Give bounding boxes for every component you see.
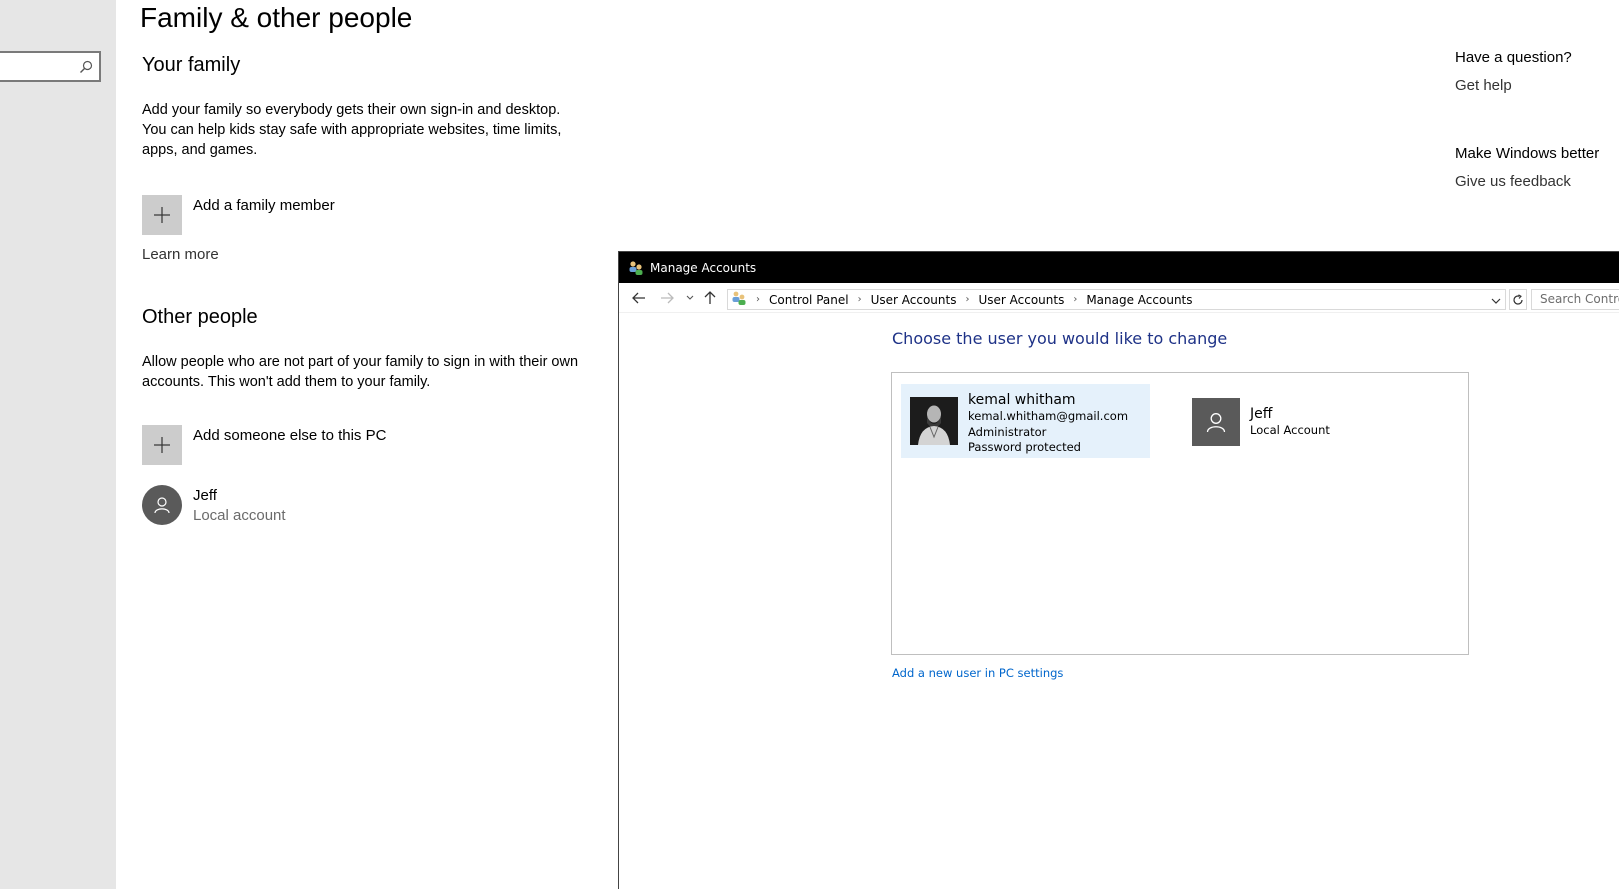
window-title: Manage Accounts [650, 260, 757, 275]
plus-icon [142, 425, 182, 465]
user-photo [910, 397, 958, 445]
user-tile-jeff[interactable]: Jeff Local Account [1192, 398, 1402, 446]
chevron-right-icon: › [1073, 294, 1078, 305]
breadcrumb-control-panel[interactable]: Control Panel [769, 293, 849, 307]
up-button[interactable] [701, 289, 719, 307]
add-someone-else-button[interactable]: Add someone else to this PC [142, 425, 386, 465]
breadcrumb-user-accounts[interactable]: User Accounts [871, 293, 957, 307]
user-role: Administrator [968, 424, 1047, 439]
have-a-question-heading: Have a question? [1455, 49, 1572, 66]
your-family-description: Add your family so everybody gets their … [142, 102, 562, 158]
add-new-user-link[interactable]: Add a new user in PC settings [892, 666, 1063, 680]
arrow-left-icon [632, 292, 645, 304]
user-name: Jeff [1250, 406, 1273, 422]
chevron-down-icon [686, 295, 694, 300]
chevron-right-icon: › [965, 294, 970, 305]
add-family-member-label: Add a family member [193, 197, 335, 214]
search-icon [80, 60, 93, 73]
person-name: Jeff [193, 487, 217, 504]
manage-accounts-window: Manage Accounts › Control Panel › User A… [618, 251, 1619, 889]
user-tile-kemal-whitham[interactable]: kemal whitham kemal.whitham@gmail.com Ad… [901, 384, 1150, 458]
user-role: Local Account [1250, 423, 1330, 437]
breadcrumb-user-accounts-sub[interactable]: User Accounts [978, 293, 1064, 307]
make-windows-better-heading: Make Windows better [1455, 145, 1600, 162]
user-status: Password protected [968, 440, 1081, 454]
user-accounts-icon [628, 260, 644, 276]
learn-more-link[interactable]: Learn more [142, 246, 219, 263]
your-family-heading: Your family [142, 54, 241, 76]
other-person-jeff[interactable]: Jeff Local account [142, 485, 286, 526]
settings-search-box[interactable] [0, 51, 101, 82]
forward-button[interactable] [658, 289, 676, 307]
person-icon [142, 485, 182, 525]
breadcrumb-manage-accounts[interactable]: Manage Accounts [1086, 293, 1192, 307]
add-family-member-button[interactable]: Add a family member [142, 195, 335, 235]
user-email: kemal.whitham@gmail.com [968, 409, 1129, 423]
person-account-type: Local account [193, 507, 286, 524]
choose-user-heading: Choose the user you would like to change [892, 329, 1228, 348]
page-title: Family & other people [140, 2, 413, 33]
other-people-description: Allow people who are not part of your fa… [142, 354, 579, 390]
chevron-right-icon: › [756, 294, 760, 305]
window-titlebar[interactable]: Manage Accounts [619, 252, 1619, 283]
control-panel-icon [731, 290, 747, 309]
recent-locations-button[interactable] [681, 289, 699, 307]
person-icon [1192, 398, 1240, 446]
other-people-heading: Other people [142, 306, 258, 328]
settings-nav-pane [0, 0, 116, 889]
user-name: kemal whitham [968, 392, 1076, 408]
control-panel-search-input[interactable]: Search Control Panel [1531, 289, 1619, 310]
add-someone-else-label: Add someone else to this PC [193, 427, 387, 444]
refresh-button[interactable] [1509, 289, 1527, 310]
plus-icon [142, 195, 182, 235]
address-bar[interactable]: › Control Panel › User Accounts › User A… [727, 289, 1506, 310]
back-button[interactable] [630, 289, 648, 307]
get-help-link[interactable]: Get help [1455, 77, 1512, 94]
chevron-right-icon: › [857, 294, 862, 305]
arrow-up-icon [704, 291, 716, 304]
arrow-right-icon [661, 292, 674, 304]
give-feedback-link[interactable]: Give us feedback [1455, 173, 1571, 190]
user-list: kemal whitham kemal.whitham@gmail.com Ad… [891, 372, 1469, 655]
chevron-down-icon [1491, 298, 1501, 304]
address-toolbar: › Control Panel › User Accounts › User A… [619, 283, 1619, 313]
address-dropdown-button[interactable] [1491, 294, 1501, 308]
refresh-icon [1513, 293, 1523, 305]
